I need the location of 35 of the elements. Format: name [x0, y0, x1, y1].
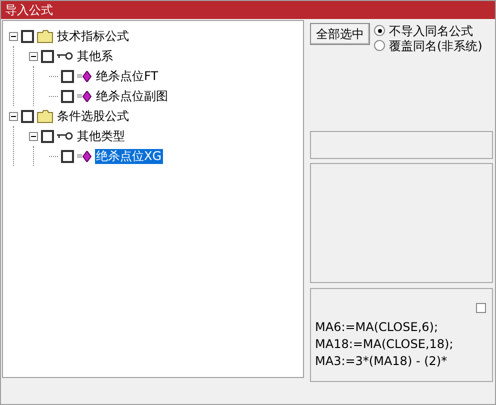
code-line: MA6:=MA(CLOSE,6);: [315, 319, 439, 336]
checkbox[interactable]: [41, 130, 54, 142]
collapse-icon[interactable]: [29, 52, 38, 60]
tree-item[interactable]: 其他系: [76, 48, 114, 64]
radio-button[interactable]: [374, 25, 385, 36]
gem-icon: [77, 150, 92, 162]
checkbox[interactable]: [476, 303, 486, 313]
tree-item[interactable]: 绝杀点位副图: [95, 88, 169, 104]
collapse-icon[interactable]: [9, 112, 18, 120]
collapse-icon[interactable]: [9, 32, 18, 40]
folder-icon: [37, 110, 53, 122]
key-icon: [57, 52, 73, 60]
gem-icon: [77, 70, 92, 82]
checkbox[interactable]: [61, 90, 74, 102]
window-title: 导入公式: [5, 4, 53, 16]
tree-item[interactable]: 条件选股公式: [56, 108, 130, 124]
select-all-button[interactable]: 全部选中: [310, 23, 370, 45]
option-label: 不导入同名公式: [389, 24, 473, 36]
code-line: MA3:=3*(MA18) - (2)*: [315, 353, 448, 370]
radio-button[interactable]: [374, 40, 385, 51]
checkbox[interactable]: [21, 30, 34, 42]
key-icon: [57, 132, 73, 140]
gem-icon: [77, 90, 92, 102]
checkbox[interactable]: [21, 110, 34, 122]
folder-icon: [37, 30, 53, 42]
checkbox[interactable]: [41, 50, 54, 62]
option-label: 覆盖同名(非系统): [389, 40, 482, 52]
tree-item[interactable]: 绝杀点位FT: [95, 68, 160, 84]
checkbox[interactable]: [61, 150, 74, 162]
tree-item[interactable]: 技术指标公式: [56, 28, 130, 44]
tree-item[interactable]: 其他类型: [76, 128, 126, 144]
code-line: MA18:=MA(CLOSE,18);: [315, 336, 454, 353]
checkbox[interactable]: [61, 70, 74, 82]
collapse-icon[interactable]: [29, 132, 38, 140]
tree-item[interactable]: 绝杀点位XG: [95, 148, 163, 164]
